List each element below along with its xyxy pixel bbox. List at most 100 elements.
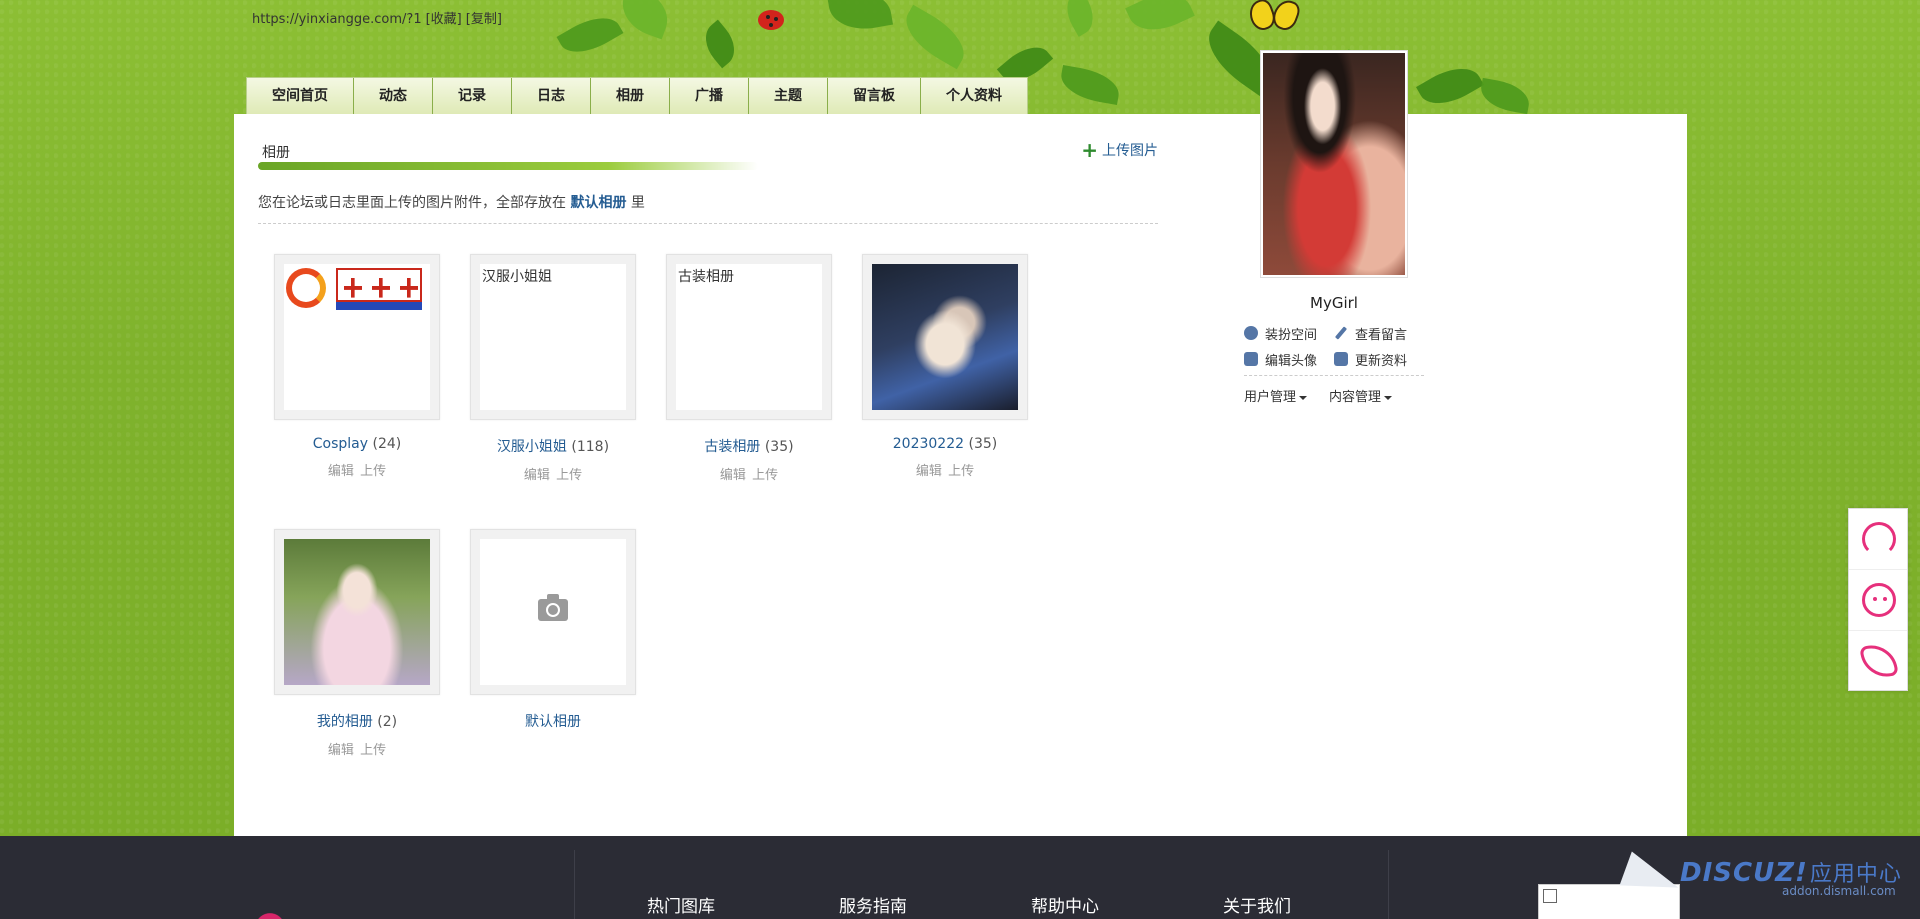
tab-records[interactable]: 记录 — [433, 78, 512, 114]
album-upload-link[interactable]: 上传 — [556, 468, 582, 483]
tab-albums[interactable]: 相册 — [591, 78, 670, 114]
user-management-label: 用户管理 — [1244, 390, 1297, 405]
phone-button[interactable] — [1849, 631, 1907, 692]
decorate-space-label: 装扮空间 — [1265, 327, 1318, 343]
album-photo-thumbnail — [872, 264, 1018, 410]
management-menus: 用户管理 内容管理 — [1244, 386, 1393, 405]
tab-threads[interactable]: 主题 — [749, 78, 828, 114]
copy-link[interactable]: [复制] — [466, 12, 502, 27]
chat-bubble-icon — [1862, 583, 1896, 617]
upload-image-link[interactable]: + 上传图片 — [1081, 140, 1158, 160]
album-edit-link[interactable]: 编辑 — [328, 743, 354, 758]
camera-icon — [538, 594, 568, 621]
footer-divider — [1388, 850, 1389, 919]
customer-service-button[interactable] — [1849, 509, 1907, 570]
edit-avatar-label: 编辑头像 — [1265, 353, 1318, 369]
album-count: (24) — [372, 436, 402, 452]
favorite-link[interactable]: [收藏] — [426, 12, 462, 27]
album-cover[interactable] — [470, 529, 636, 695]
paper-plane-icon — [1619, 851, 1685, 905]
album-card-default: 默认相册 — [468, 529, 638, 731]
discuz-app-center-badge[interactable]: DISCUZ!应用中心 addon.dismall.com — [1619, 851, 1904, 905]
album-name-link[interactable]: Cosplay — [313, 436, 368, 452]
intro-suffix: 里 — [630, 195, 645, 211]
album-edit-link[interactable]: 编辑 — [720, 468, 746, 483]
footer-divider — [574, 850, 575, 919]
footer-link-help-center[interactable]: 帮助中心 — [1031, 892, 1099, 917]
section-title: 相册 — [262, 145, 290, 161]
album-upload-link[interactable]: 上传 — [948, 464, 974, 479]
headset-icon — [1862, 522, 1896, 556]
album-card: 20230222 (35) 编辑 上传 — [860, 254, 1030, 479]
main-panel: 相册 + 上传图片 您在论坛或日志里面上传的图片附件，全部存放在 默认相册 里 — [234, 114, 1687, 836]
profile-links: 装扮空间 查看留言 编辑头像 更新资料 — [1244, 320, 1424, 372]
online-chat-button[interactable] — [1849, 570, 1907, 631]
content-management-label: 内容管理 — [1329, 390, 1382, 405]
album-logo-thumbnail — [286, 266, 426, 312]
album-upload-link[interactable]: 上传 — [360, 464, 386, 479]
album-name-link[interactable]: 我的相册 — [317, 714, 373, 730]
album-photo-thumbnail — [284, 539, 430, 685]
album-cover[interactable] — [274, 529, 440, 695]
album-edit-link[interactable]: 编辑 — [524, 468, 550, 483]
grass-divider — [258, 162, 758, 170]
intro-text: 您在论坛或日志里面上传的图片附件，全部存放在 — [258, 195, 566, 211]
pencil-icon — [1334, 326, 1348, 340]
footer-link-about-us[interactable]: 关于我们 — [1223, 892, 1291, 917]
album-upload-link[interactable]: 上传 — [752, 468, 778, 483]
avatar[interactable] — [1260, 50, 1408, 278]
plus-icon: + — [1081, 138, 1098, 162]
tab-feed[interactable]: 动态 — [354, 78, 433, 114]
album-name-link[interactable]: 默认相册 — [525, 714, 581, 730]
album-name-link[interactable]: 20230222 — [893, 436, 964, 452]
footer-link-gallery[interactable]: 热门图库 — [647, 892, 715, 917]
username[interactable]: MyGirl — [1260, 294, 1408, 312]
album-cover[interactable] — [274, 254, 440, 420]
decorate-space-link[interactable]: 装扮空间 — [1244, 324, 1334, 343]
upload-image-label: 上传图片 — [1102, 143, 1158, 159]
id-card-icon — [1334, 352, 1348, 366]
album-edit-link[interactable]: 编辑 — [328, 464, 354, 479]
view-messages-link[interactable]: 查看留言 — [1334, 324, 1424, 343]
update-profile-label: 更新资料 — [1355, 353, 1408, 369]
profile-divider — [1244, 375, 1424, 376]
intro-default-album-link[interactable]: 默认相册 — [570, 195, 626, 211]
album-card: 汉服小姐姐 汉服小姐姐 (118) 编辑 上传 — [468, 254, 638, 483]
caret-down-icon — [1384, 395, 1393, 400]
footer-link-service-guide[interactable]: 服务指南 — [839, 892, 907, 917]
tab-guestbook[interactable]: 留言板 — [828, 78, 921, 114]
content-management-menu[interactable]: 内容管理 — [1329, 386, 1393, 405]
album-cover-alt: 古装相册 — [678, 269, 734, 285]
palette-icon — [1244, 326, 1258, 340]
discuz-url: addon.dismall.com — [1782, 884, 1896, 898]
phone-icon — [1859, 641, 1899, 681]
tab-broadcast[interactable]: 广播 — [670, 78, 749, 114]
user-card-icon — [1244, 352, 1258, 366]
butterfly-icon — [1245, 0, 1303, 34]
album-upload-link[interactable]: 上传 — [360, 743, 386, 758]
ladybug-icon — [758, 10, 784, 30]
album-cover[interactable]: 汉服小姐姐 — [470, 254, 636, 420]
edit-avatar-link[interactable]: 编辑头像 — [1244, 350, 1334, 369]
album-cover[interactable]: 古装相册 — [666, 254, 832, 420]
album-name-link[interactable]: 汉服小姐姐 — [497, 439, 567, 455]
album-name-link[interactable]: 古装相册 — [704, 439, 760, 455]
tab-profile[interactable]: 个人资料 — [921, 78, 1027, 114]
space-url: https://yinxiangge.com/?1 — [252, 12, 422, 27]
tab-blog[interactable]: 日志 — [512, 78, 591, 114]
side-contact-toolbar — [1848, 508, 1908, 691]
user-management-menu[interactable]: 用户管理 — [1244, 386, 1308, 405]
album-section-header: 相册 + 上传图片 — [258, 140, 1158, 170]
view-messages-label: 查看留言 — [1355, 327, 1408, 343]
album-edit-link[interactable]: 编辑 — [916, 464, 942, 479]
album-card: Cosplay (24) 编辑 上传 — [272, 254, 442, 479]
site-logo — [250, 898, 290, 919]
tab-space-home[interactable]: 空间首页 — [247, 78, 354, 114]
space-url-line: https://yinxiangge.com/?1 [收藏] [复制] — [252, 8, 506, 27]
album-intro: 您在论坛或日志里面上传的图片附件，全部存放在 默认相册 里 — [258, 192, 1158, 224]
album-count: (2) — [377, 714, 398, 730]
update-profile-link[interactable]: 更新资料 — [1334, 350, 1424, 369]
album-cover[interactable] — [862, 254, 1028, 420]
album-count: (35) — [968, 436, 998, 452]
album-card: 古装相册 古装相册 (35) 编辑 上传 — [664, 254, 834, 483]
